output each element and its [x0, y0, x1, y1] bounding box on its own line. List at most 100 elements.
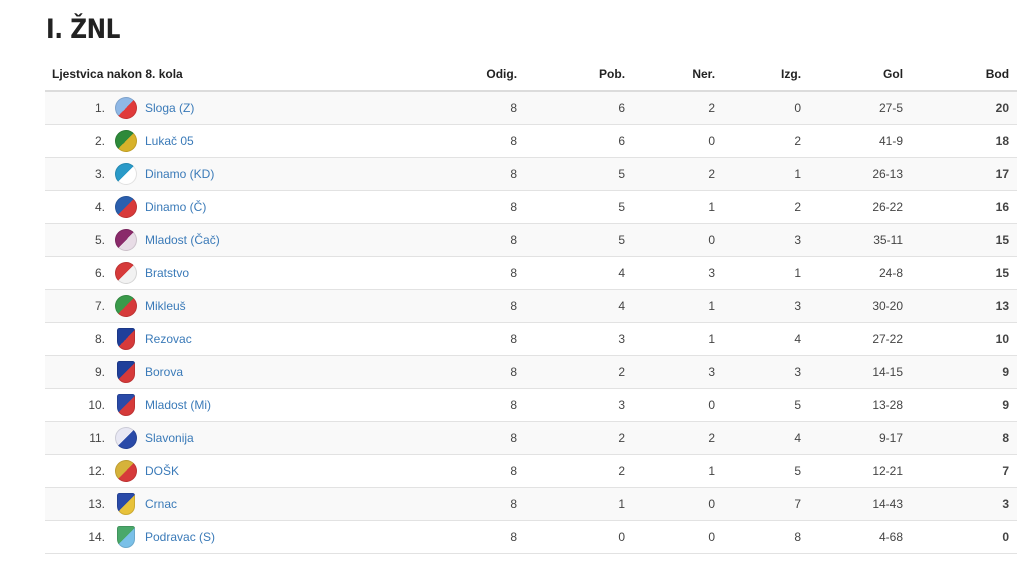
lost-cell: 1 — [721, 256, 808, 290]
played-cell: 8 — [439, 223, 524, 257]
team-crest-cell — [113, 520, 139, 554]
team-link[interactable]: Slavonija — [145, 431, 194, 445]
played-cell: 8 — [439, 256, 524, 290]
drawn-cell: 0 — [631, 124, 722, 158]
team-link[interactable]: Rezovac — [145, 332, 192, 346]
team-crest-icon — [117, 328, 135, 350]
lost-cell: 7 — [721, 487, 808, 521]
team-link[interactable]: Crnac — [145, 497, 177, 511]
position-cell: 1. — [45, 91, 113, 125]
team-link[interactable]: DOŠK — [145, 464, 179, 478]
points-cell: 17 — [909, 157, 1018, 191]
lost-cell: 3 — [721, 355, 808, 389]
col-header-lost: Izg. — [721, 58, 808, 92]
team-link[interactable]: Dinamo (Č) — [145, 200, 206, 214]
team-crest-icon — [117, 394, 135, 416]
table-row: 10. Mladost (Mi) 8 3 0 5 13-28 9 — [45, 388, 1018, 422]
played-cell: 8 — [439, 91, 524, 125]
won-cell: 2 — [523, 454, 632, 488]
team-link[interactable]: Bratstvo — [145, 266, 189, 280]
table-row: 6. Bratstvo 8 4 3 1 24-8 15 — [45, 256, 1018, 290]
position-cell: 8. — [45, 322, 113, 356]
team-link[interactable]: Mladost (Čač) — [145, 233, 220, 247]
goals-cell: 30-20 — [807, 289, 910, 323]
goals-cell: 26-13 — [807, 157, 910, 191]
table-row: 2. Lukač 05 8 6 0 2 41-9 18 — [45, 124, 1018, 158]
team-crest-icon — [115, 163, 137, 185]
lost-cell: 2 — [721, 190, 808, 224]
position-cell: 6. — [45, 256, 113, 290]
team-crest-icon — [115, 130, 137, 152]
drawn-cell: 0 — [631, 388, 722, 422]
team-link[interactable]: Mikleuš — [145, 299, 186, 313]
played-cell: 8 — [439, 454, 524, 488]
position-cell: 3. — [45, 157, 113, 191]
lost-cell: 4 — [721, 322, 808, 356]
col-header-goals: Gol — [807, 58, 910, 92]
position-cell: 10. — [45, 388, 113, 422]
drawn-cell: 1 — [631, 289, 722, 323]
position-cell: 12. — [45, 454, 113, 488]
won-cell: 5 — [523, 223, 632, 257]
goals-cell: 4-68 — [807, 520, 910, 554]
played-cell: 8 — [439, 421, 524, 455]
team-crest-cell — [113, 388, 139, 422]
team-link[interactable]: Dinamo (KD) — [145, 167, 214, 181]
played-cell: 8 — [439, 355, 524, 389]
table-row: 4. Dinamo (Č) 8 5 1 2 26-22 16 — [45, 190, 1018, 224]
drawn-cell: 0 — [631, 487, 722, 521]
table-row: 8. Rezovac 8 3 1 4 27-22 10 — [45, 322, 1018, 356]
team-link[interactable]: Sloga (Z) — [145, 101, 194, 115]
table-row: 9. Borova 8 2 3 3 14-15 9 — [45, 355, 1018, 389]
team-name-cell: Rezovac — [139, 322, 440, 356]
table-row: 14. Podravac (S) 8 0 0 8 4-68 0 — [45, 520, 1018, 554]
drawn-cell: 2 — [631, 91, 722, 125]
goals-cell: 27-5 — [807, 91, 910, 125]
position-cell: 13. — [45, 487, 113, 521]
team-crest-icon — [117, 361, 135, 383]
won-cell: 5 — [523, 190, 632, 224]
lost-cell: 1 — [721, 157, 808, 191]
position-cell: 11. — [45, 421, 113, 455]
table-row: 3. Dinamo (KD) 8 5 2 1 26-13 17 — [45, 157, 1018, 191]
played-cell: 8 — [439, 190, 524, 224]
team-link[interactable]: Lukač 05 — [145, 134, 194, 148]
team-name-cell: Bratstvo — [139, 256, 440, 290]
drawn-cell: 1 — [631, 190, 722, 224]
team-crest-cell — [113, 289, 139, 323]
played-cell: 8 — [439, 289, 524, 323]
points-cell: 16 — [909, 190, 1018, 224]
won-cell: 2 — [523, 421, 632, 455]
drawn-cell: 1 — [631, 322, 722, 356]
drawn-cell: 3 — [631, 355, 722, 389]
team-name-cell: Mikleuš — [139, 289, 440, 323]
team-crest-icon — [117, 526, 135, 548]
table-header-row: Ljestvica nakon 8. kola Odig. Pob. Ner. … — [45, 58, 1018, 92]
points-cell: 10 — [909, 322, 1018, 356]
table-row: 5. Mladost (Čač) 8 5 0 3 35-11 15 — [45, 223, 1018, 257]
goals-cell: 35-11 — [807, 223, 910, 257]
team-link[interactable]: Borova — [145, 365, 183, 379]
won-cell: 5 — [523, 157, 632, 191]
table-row: 1. Sloga (Z) 8 6 2 0 27-5 20 — [45, 91, 1018, 125]
points-cell: 9 — [909, 355, 1018, 389]
played-cell: 8 — [439, 124, 524, 158]
team-crest-cell — [113, 487, 139, 521]
drawn-cell: 2 — [631, 157, 722, 191]
lost-cell: 3 — [721, 289, 808, 323]
page-title: I. ŽNL — [46, 14, 121, 45]
goals-cell: 12-21 — [807, 454, 910, 488]
team-crest-icon — [115, 460, 137, 482]
won-cell: 2 — [523, 355, 632, 389]
team-name-cell: Borova — [139, 355, 440, 389]
col-header-drawn: Ner. — [631, 58, 722, 92]
team-crest-icon — [115, 196, 137, 218]
team-crest-cell — [113, 322, 139, 356]
team-link[interactable]: Mladost (Mi) — [145, 398, 211, 412]
goals-cell: 9-17 — [807, 421, 910, 455]
points-cell: 20 — [909, 91, 1018, 125]
won-cell: 1 — [523, 487, 632, 521]
standings-caption: Ljestvica nakon 8. kola — [45, 58, 440, 92]
team-link[interactable]: Podravac (S) — [145, 530, 215, 544]
team-crest-cell — [113, 157, 139, 191]
